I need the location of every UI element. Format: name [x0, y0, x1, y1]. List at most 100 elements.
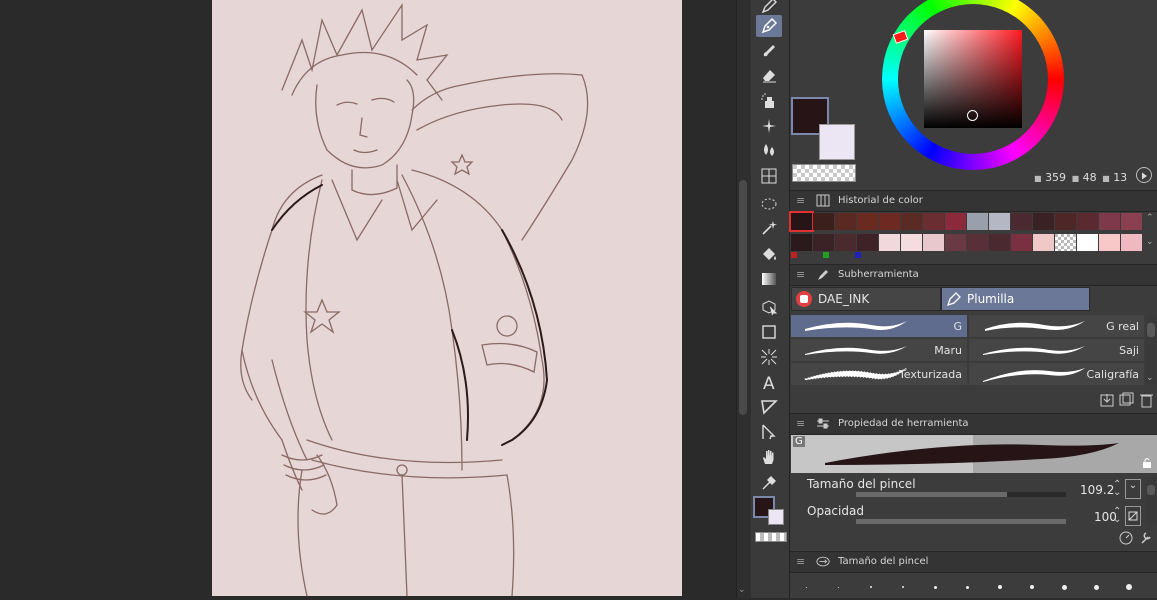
speed-lines-tool-icon[interactable]: [756, 346, 782, 368]
pen-tool-icon[interactable]: [756, 0, 782, 14]
brush-item-maru[interactable]: Maru: [791, 339, 967, 361]
opacity-spinner[interactable]: ⌃ ⌄: [1113, 507, 1121, 525]
history-color-swatch[interactable]: [1099, 234, 1120, 251]
sub-color-swatch[interactable]: [819, 124, 855, 160]
history-color-swatch[interactable]: [967, 213, 988, 230]
scroll-down-arrow-icon[interactable]: ⌄: [738, 585, 748, 595]
history-color-swatch[interactable]: [901, 234, 922, 251]
opacity-slider[interactable]: [856, 519, 1066, 524]
brush-list-scrollbar[interactable]: ⌄: [1146, 315, 1156, 385]
brush-size-spinner[interactable]: ⌃ ⌄: [1113, 480, 1121, 498]
history-color-swatch[interactable]: [1099, 213, 1120, 230]
history-color-swatch[interactable]: [945, 234, 966, 251]
brush-size-preset[interactable]: [1030, 585, 1034, 589]
brush-size-preset[interactable]: [902, 586, 904, 588]
history-color-swatch[interactable]: [923, 213, 944, 230]
gradient-tool-icon[interactable]: [756, 268, 782, 290]
brush-list-scroll-thumb[interactable]: [1147, 323, 1155, 337]
history-color-swatch[interactable]: [835, 213, 856, 230]
selection-tool-icon[interactable]: [756, 193, 782, 215]
brush-size-preset[interactable]: [838, 586, 839, 588]
brush-size-preset[interactable]: [1062, 584, 1067, 590]
sub-tool-tab-plumilla[interactable]: Plumilla: [941, 287, 1090, 311]
balloon-frame-tool-icon[interactable]: [756, 396, 782, 418]
brush-size-preset[interactable]: [806, 586, 807, 588]
eyedropper-tool-icon[interactable]: [756, 472, 782, 494]
lock-icon[interactable]: [1141, 457, 1153, 469]
brush-size-preset[interactable]: [966, 585, 969, 589]
hand-tool-icon[interactable]: [756, 446, 782, 468]
rectangle-tool-icon[interactable]: [756, 321, 782, 343]
sub-tool-header[interactable]: ≡ Subherramienta: [790, 264, 1157, 286]
history-color-swatch[interactable]: [857, 234, 878, 251]
history-color-swatch[interactable]: [813, 234, 834, 251]
brush-size-slider[interactable]: [856, 492, 1066, 497]
history-color-swatch[interactable]: [789, 211, 814, 232]
brush-size-preset[interactable]: [870, 586, 872, 588]
history-color-swatch[interactable]: [923, 234, 944, 251]
brush-size-preset[interactable]: [1126, 584, 1132, 590]
sub-tool-tab-dae-ink[interactable]: DAE_INK: [791, 287, 941, 311]
tool-property-header[interactable]: ≡ Propiedad de herramienta: [790, 413, 1157, 435]
brush-item-caligrafia[interactable]: Caligrafía: [969, 363, 1144, 385]
brush-size-preset[interactable]: [998, 585, 1002, 589]
color-wheel[interactable]: [881, 0, 1065, 170]
color-history-scroll[interactable]: ⌃ ⌄: [1146, 212, 1156, 248]
brush-item-g-real[interactable]: G real: [969, 315, 1144, 337]
correct-line-tool-icon[interactable]: [756, 421, 782, 443]
history-color-swatch[interactable]: [989, 213, 1010, 230]
airbrush-tool-icon[interactable]: [756, 90, 782, 112]
brush-size-value[interactable]: 109.2: [1080, 483, 1114, 497]
history-color-swatch[interactable]: [989, 234, 1010, 251]
brush-size-preset[interactable]: [934, 585, 937, 589]
blend-tool-icon[interactable]: [756, 139, 782, 161]
history-color-swatch[interactable]: [1077, 234, 1098, 251]
history-color-swatch[interactable]: [1055, 234, 1076, 251]
text-tool-icon[interactable]: A: [756, 371, 782, 393]
history-color-swatch[interactable]: [1077, 213, 1098, 230]
history-color-swatch[interactable]: [1033, 213, 1054, 230]
panel-grip-icon[interactable]: ≡: [796, 417, 805, 430]
tool-property-scroll-thumb[interactable]: [1147, 485, 1155, 495]
brush-tool-icon[interactable]: [756, 40, 782, 62]
history-color-swatch[interactable]: [791, 234, 812, 251]
brush-size-presets[interactable]: [790, 574, 1157, 598]
history-color-swatch[interactable]: [1011, 234, 1032, 251]
scroll-down-arrow-icon[interactable]: ⌄: [1146, 373, 1154, 383]
history-color-swatch[interactable]: [1121, 213, 1142, 230]
brush-item-texturizada[interactable]: Texturizada: [791, 363, 967, 385]
tool-property-actions[interactable]: [1118, 530, 1156, 546]
history-color-swatch[interactable]: [835, 234, 856, 251]
pen-nib-tool-icon[interactable]: [756, 15, 782, 37]
panel-grip-icon[interactable]: ≡: [796, 194, 805, 207]
history-color-swatch[interactable]: [1011, 213, 1032, 230]
color-picker-cursor[interactable]: [967, 110, 978, 121]
brush-size-preset[interactable]: [1094, 584, 1099, 590]
toolbar-transparent-color[interactable]: [755, 532, 787, 542]
toolbar-sub-color[interactable]: [768, 509, 784, 525]
history-color-swatch[interactable]: [967, 234, 988, 251]
panel-grip-icon[interactable]: ≡: [796, 268, 805, 281]
figure-ruler-tool-icon[interactable]: [756, 165, 782, 187]
drawing-canvas[interactable]: [212, 0, 682, 597]
color-wheel-options-icon[interactable]: [1136, 167, 1152, 183]
object-tool-icon[interactable]: [756, 296, 782, 318]
opacity-mode-icon[interactable]: [1125, 506, 1141, 526]
history-color-swatch[interactable]: [879, 234, 900, 251]
eraser-tool-icon[interactable]: [756, 64, 782, 86]
history-color-swatch[interactable]: [879, 213, 900, 230]
brush-item-saji[interactable]: Saji: [969, 339, 1144, 361]
history-color-swatch[interactable]: [813, 213, 834, 230]
history-color-swatch[interactable]: [1121, 234, 1142, 251]
history-color-swatch[interactable]: [857, 213, 878, 230]
color-history-header[interactable]: ≡ Historial de color: [790, 190, 1157, 212]
brush-size-dropdown-icon[interactable]: ⌄: [1125, 479, 1141, 499]
decoration-tool-icon[interactable]: [756, 115, 782, 137]
panel-grip-icon[interactable]: ≡: [796, 555, 805, 568]
history-color-swatch[interactable]: [901, 213, 922, 230]
color-history-grid[interactable]: [789, 211, 1144, 262]
transparent-color-swatch[interactable]: [792, 164, 856, 182]
history-color-swatch[interactable]: [1033, 234, 1054, 251]
scrollbar-thumb[interactable]: [739, 180, 747, 415]
brush-size-panel-header[interactable]: ≡ Tamaño del pincel: [790, 551, 1157, 573]
